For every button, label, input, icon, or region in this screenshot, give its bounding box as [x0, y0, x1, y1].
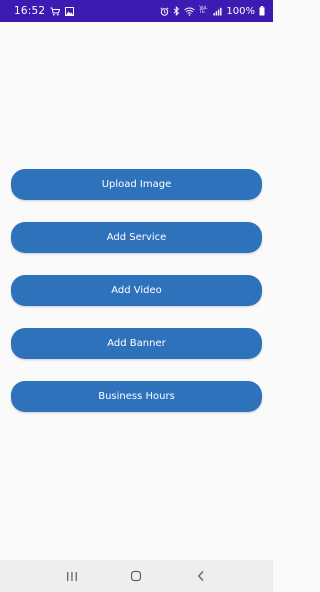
image-icon [65, 6, 75, 16]
signal-icon [213, 7, 222, 16]
add-video-button[interactable]: Add Video [11, 275, 262, 306]
battery-percentage: 100% [226, 5, 255, 17]
status-left: 16:52 [14, 5, 75, 17]
add-banner-button[interactable]: Add Banner [11, 328, 262, 359]
status-bar: 16:52 VoLTE 100% [0, 0, 273, 22]
alarm-icon [160, 6, 169, 16]
main-content: Upload Image Add Service Add Video Add B… [0, 22, 273, 560]
wifi-icon [184, 7, 196, 16]
network-label: VoLTE [199, 5, 208, 15]
cart-icon [50, 7, 61, 16]
upload-image-button[interactable]: Upload Image [11, 169, 262, 200]
business-hours-button[interactable]: Business Hours [11, 381, 262, 412]
home-icon[interactable] [122, 562, 150, 590]
add-service-button[interactable]: Add Service [11, 222, 262, 253]
status-right: VoLTE 100% [160, 6, 265, 17]
recent-apps-icon[interactable] [58, 562, 86, 590]
status-time: 16:52 [14, 5, 46, 17]
back-icon[interactable] [187, 562, 215, 590]
bluetooth-icon [173, 6, 180, 16]
battery-icon [259, 6, 265, 16]
navigation-bar [0, 560, 273, 592]
